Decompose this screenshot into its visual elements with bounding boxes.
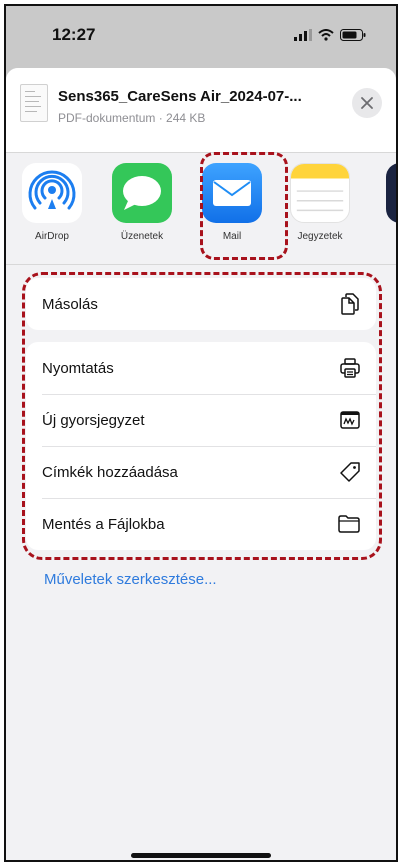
share-sheet-header: Sens365_CareSens Air_2024-07-... PDF-dok… xyxy=(6,68,396,152)
app-label-notes: Jegyzetek xyxy=(297,231,343,242)
status-icons xyxy=(294,29,366,41)
annotation-actions-highlight xyxy=(22,272,382,560)
annotation-mail-highlight xyxy=(200,152,288,260)
messages-tile xyxy=(112,163,172,223)
home-indicator xyxy=(131,853,271,858)
close-button[interactable] xyxy=(352,88,382,118)
notes-icon xyxy=(291,164,349,212)
edit-actions-link[interactable]: Műveletek szerkesztése... xyxy=(44,571,217,588)
signal-icon xyxy=(294,29,312,41)
app-label-airdrop: AirDrop xyxy=(35,231,69,242)
airdrop-icon xyxy=(28,170,76,210)
partial-app-tile xyxy=(386,163,396,223)
status-bar: 12:27 xyxy=(6,6,396,64)
messages-icon xyxy=(123,176,161,210)
close-icon xyxy=(361,97,373,109)
device-frame: 12:27 Sens365_CareSens Air_2024-07-... P… xyxy=(4,4,398,862)
battery-icon xyxy=(340,29,366,41)
app-messages[interactable]: Üzenetek xyxy=(106,163,178,242)
app-label-messages: Üzenetek xyxy=(120,231,164,242)
airdrop-tile xyxy=(22,163,82,223)
document-subtitle: PDF-dokumentum · 244 KB xyxy=(58,111,206,125)
wifi-icon xyxy=(318,29,334,41)
notes-tile xyxy=(290,163,350,223)
app-airdrop[interactable]: AirDrop xyxy=(16,163,88,242)
clock: 12:27 xyxy=(52,25,96,44)
pdf-thumbnail xyxy=(20,84,48,122)
app-more-partial[interactable] xyxy=(386,163,396,223)
header-divider xyxy=(6,152,396,153)
document-title: Sens365_CareSens Air_2024-07-... xyxy=(58,88,302,105)
apps-divider xyxy=(6,264,396,265)
app-notes[interactable]: Jegyzetek xyxy=(284,163,356,242)
